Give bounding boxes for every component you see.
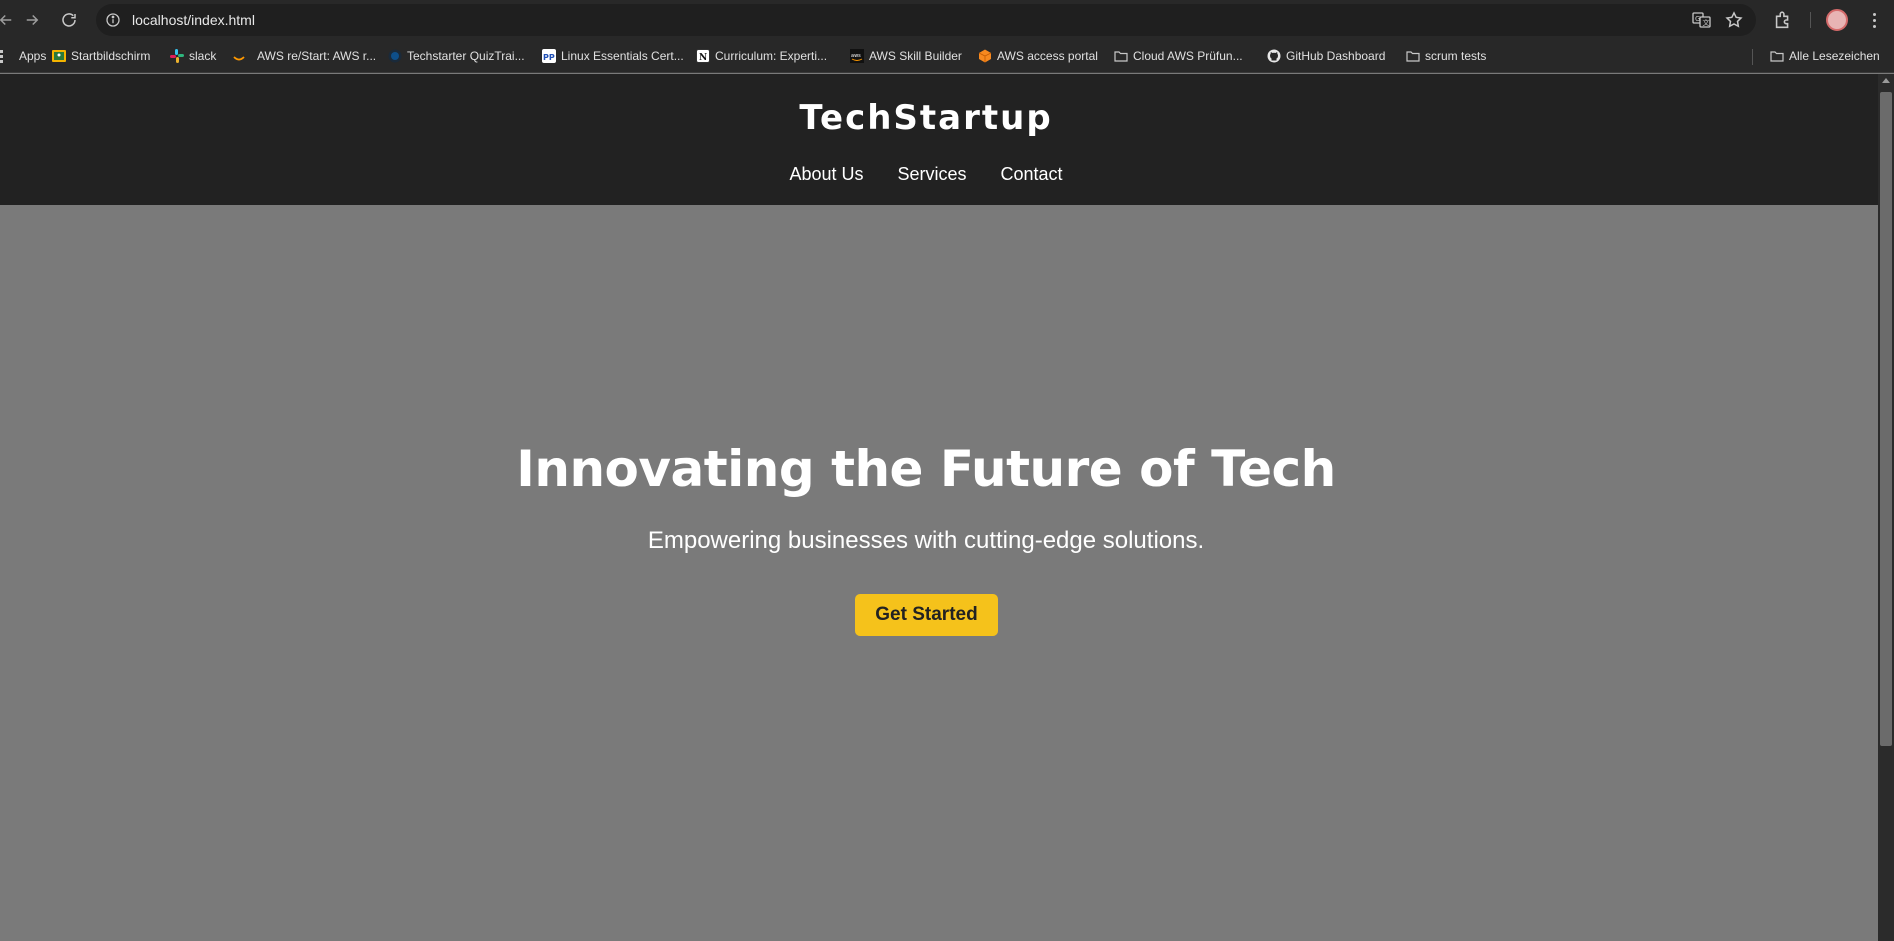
bookmark-techstarter[interactable]: Techstarter QuizTrai...	[388, 47, 525, 65]
browser-toolbar: localhost/index.html G文	[0, 0, 1894, 40]
bookmark-startbildschirm[interactable]: Startbildschirm	[52, 47, 150, 65]
hero-section: Innovating the Future of Tech Empowering…	[0, 205, 1878, 941]
bookmark-aws-skill-builder[interactable]: aws AWS Skill Builder	[850, 47, 962, 65]
svg-text:N: N	[699, 53, 707, 63]
svg-text:aws: aws	[851, 53, 861, 59]
hero-title: Innovating the Future of Tech	[516, 440, 1336, 498]
bookmark-aws-access-portal[interactable]: AWS access portal	[978, 47, 1098, 65]
scrollbar-thumb[interactable]	[1880, 92, 1892, 746]
bookmark-label: Startbildschirm	[71, 49, 151, 63]
bookmark-label: AWS Skill Builder	[869, 49, 962, 63]
bookmark-label: Apps	[19, 49, 47, 63]
bookmark-label: GitHub Dashboard	[1286, 49, 1386, 63]
back-icon[interactable]	[0, 8, 18, 32]
bookmark-curriculum[interactable]: N Curriculum: Experti...	[696, 47, 827, 65]
aws-cube-icon	[978, 49, 992, 63]
slack-icon	[170, 49, 184, 63]
nav-link-about-us[interactable]: About Us	[789, 164, 863, 185]
more-menu-icon[interactable]	[1866, 9, 1882, 31]
folder-icon	[1770, 49, 1784, 63]
bookmark-apps[interactable]: Apps	[0, 47, 46, 65]
folder-icon	[1406, 49, 1420, 63]
translate-icon[interactable]: G文	[1692, 11, 1712, 29]
apps-grid-icon	[0, 49, 14, 63]
bookmark-cloud-aws-pruefung[interactable]: Cloud AWS Prüfun...	[1114, 47, 1243, 65]
nav-link-services[interactable]: Services	[897, 164, 966, 185]
svg-text:PP: PP	[543, 53, 555, 62]
techstarter-icon	[388, 49, 402, 63]
bookmark-label: AWS access portal	[997, 49, 1098, 63]
bookmark-star-icon[interactable]	[1724, 10, 1744, 30]
github-icon	[1267, 49, 1281, 63]
bookmark-scrum-tests[interactable]: scrum tests	[1406, 47, 1486, 65]
site-logo[interactable]: TechStartup	[0, 98, 1852, 138]
folder-icon	[1114, 49, 1128, 63]
google-classroom-icon	[52, 49, 66, 63]
aws-icon: aws	[850, 49, 864, 63]
bookmark-all-bookmarks[interactable]: Alle Lesezeichen	[1770, 47, 1880, 65]
bookmark-aws-restart[interactable]: AWS re/Start: AWS r...	[232, 47, 376, 65]
bookmark-slack[interactable]: slack	[170, 47, 216, 65]
bookmark-label: AWS re/Start: AWS r...	[257, 49, 377, 63]
bookmark-github-dashboard[interactable]: GitHub Dashboard	[1267, 47, 1385, 65]
notion-icon: N	[696, 49, 710, 63]
extensions-icon[interactable]	[1772, 9, 1794, 31]
bookmark-label: slack	[189, 49, 217, 63]
get-started-button[interactable]: Get Started	[855, 594, 998, 636]
bookmarks-bar: Apps Startbildschirm slack AWS re/Start:…	[0, 40, 1894, 73]
hero-subtitle: Empowering businesses with cutting-edge …	[647, 527, 1205, 554]
address-bar[interactable]: localhost/index.html G文	[96, 4, 1756, 36]
bookmark-label: Linux Essentials Cert...	[561, 49, 684, 63]
bookmark-linux-essentials[interactable]: PP Linux Essentials Cert...	[542, 47, 684, 65]
toolbar-divider	[1810, 12, 1811, 28]
site-header: TechStartup About Us Services Contact	[0, 74, 1878, 205]
page-scrollbar[interactable]	[1878, 74, 1894, 941]
reload-icon[interactable]	[57, 8, 81, 32]
svg-text:G: G	[1695, 15, 1700, 23]
pp-icon: PP	[542, 49, 556, 63]
forward-icon[interactable]	[20, 8, 44, 32]
bookmarks-divider	[1752, 49, 1753, 65]
address-url[interactable]: localhost/index.html	[132, 12, 255, 28]
bookmark-label: Techstarter QuizTrai...	[407, 49, 525, 63]
site-nav: About Us Services Contact	[0, 164, 1852, 185]
aws-restart-icon	[232, 49, 246, 63]
bookmark-label: scrum tests	[1425, 49, 1487, 63]
scroll-up-icon[interactable]	[1882, 78, 1890, 83]
bookmark-label: Cloud AWS Prüfun...	[1133, 49, 1243, 63]
bookmark-label: Curriculum: Experti...	[715, 49, 828, 63]
nav-link-contact[interactable]: Contact	[1001, 164, 1063, 185]
profile-avatar[interactable]	[1826, 9, 1848, 31]
bookmark-label: Alle Lesezeichen	[1789, 49, 1880, 63]
svg-text:文: 文	[1703, 18, 1710, 27]
site-info-icon[interactable]	[104, 11, 122, 29]
